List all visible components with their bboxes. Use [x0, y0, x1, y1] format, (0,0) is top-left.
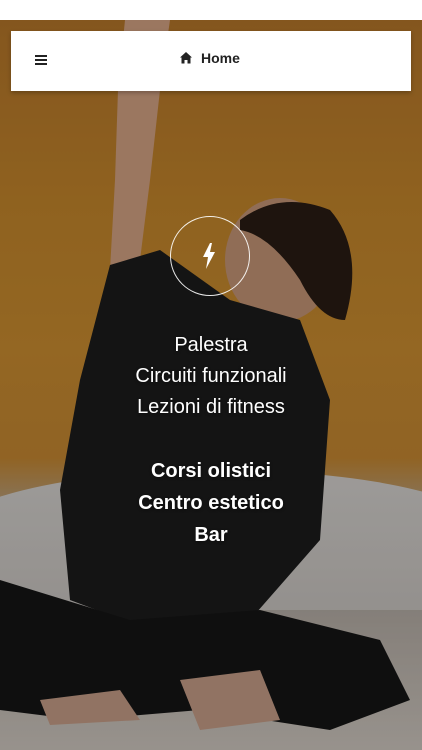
home-label: Home	[201, 50, 240, 66]
activity-bar[interactable]: Bar	[0, 519, 422, 551]
hamburger-menu-icon[interactable]	[33, 53, 49, 69]
activity-lezioni-di-fitness[interactable]: Lezioni di fitness	[0, 392, 422, 423]
activity-corsi-olistici[interactable]: Corsi olistici	[0, 455, 422, 487]
activity-centro-estetico[interactable]: Centro estetico	[0, 487, 422, 519]
primary-activities: Palestra Circuiti funzionali Lezioni di …	[0, 330, 422, 423]
lightning-bolt-icon	[203, 243, 215, 269]
brand-logo	[170, 216, 250, 296]
top-navigation-bar: Home	[11, 31, 411, 91]
activity-palestra[interactable]: Palestra	[0, 330, 422, 361]
home-icon	[180, 52, 192, 64]
status-bar	[0, 0, 422, 20]
activity-circuiti-funzionali[interactable]: Circuiti funzionali	[0, 361, 422, 392]
secondary-activities: Corsi olistici Centro estetico Bar	[0, 455, 422, 551]
activities-list: Palestra Circuiti funzionali Lezioni di …	[0, 330, 422, 551]
home-nav-link[interactable]: Home	[179, 48, 240, 68]
